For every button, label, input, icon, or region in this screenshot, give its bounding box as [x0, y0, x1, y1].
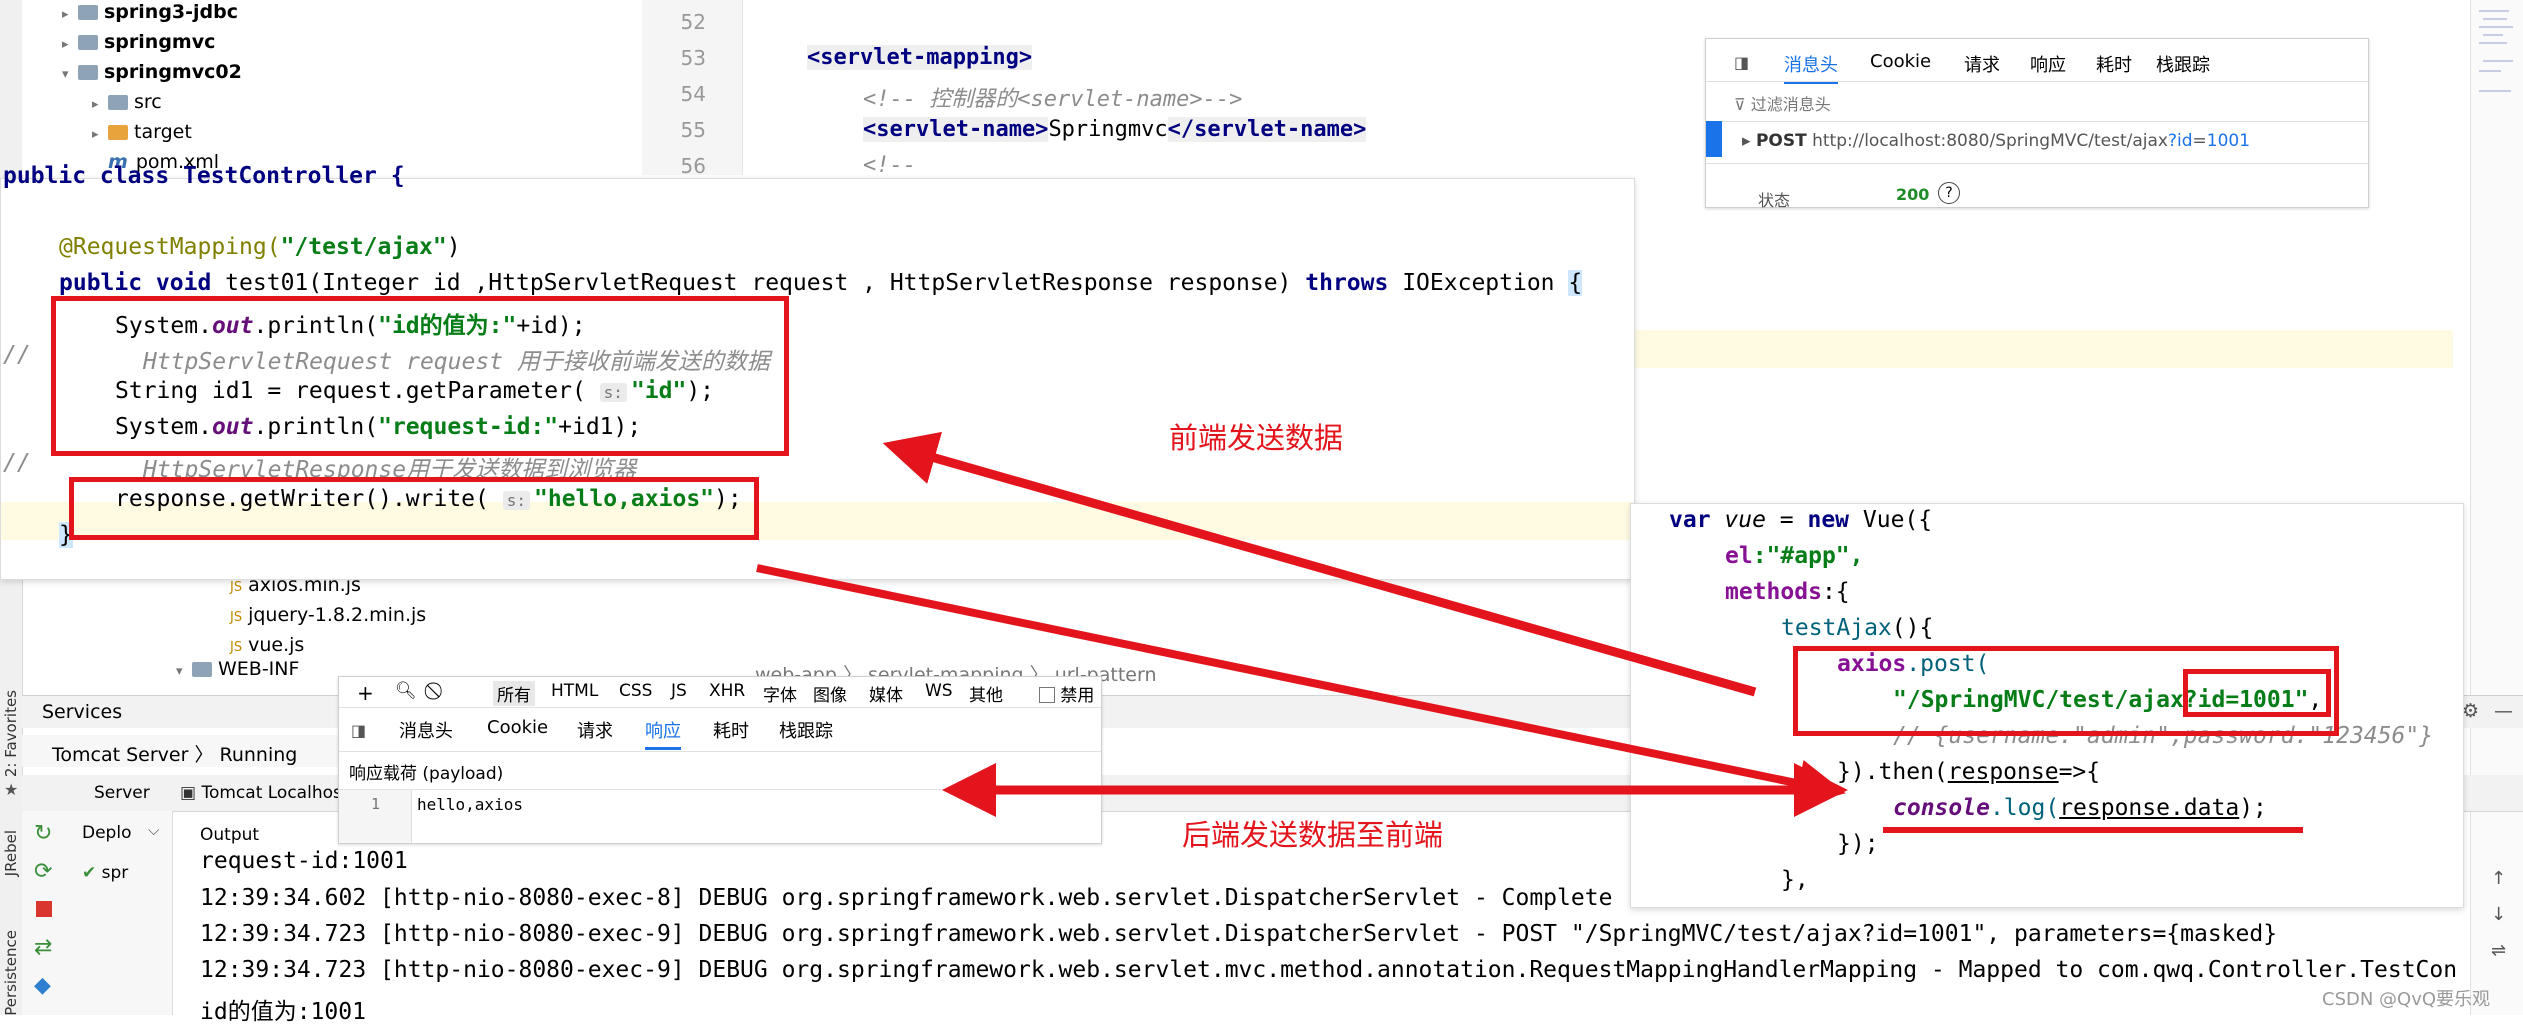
annotation-arrows — [756, 431, 1848, 817]
watermark: CSDN @QvQ要乐观 — [2322, 989, 2491, 1010]
arrow-to-frontend — [756, 564, 1846, 808]
arrow-to-backend — [882, 431, 1757, 697]
